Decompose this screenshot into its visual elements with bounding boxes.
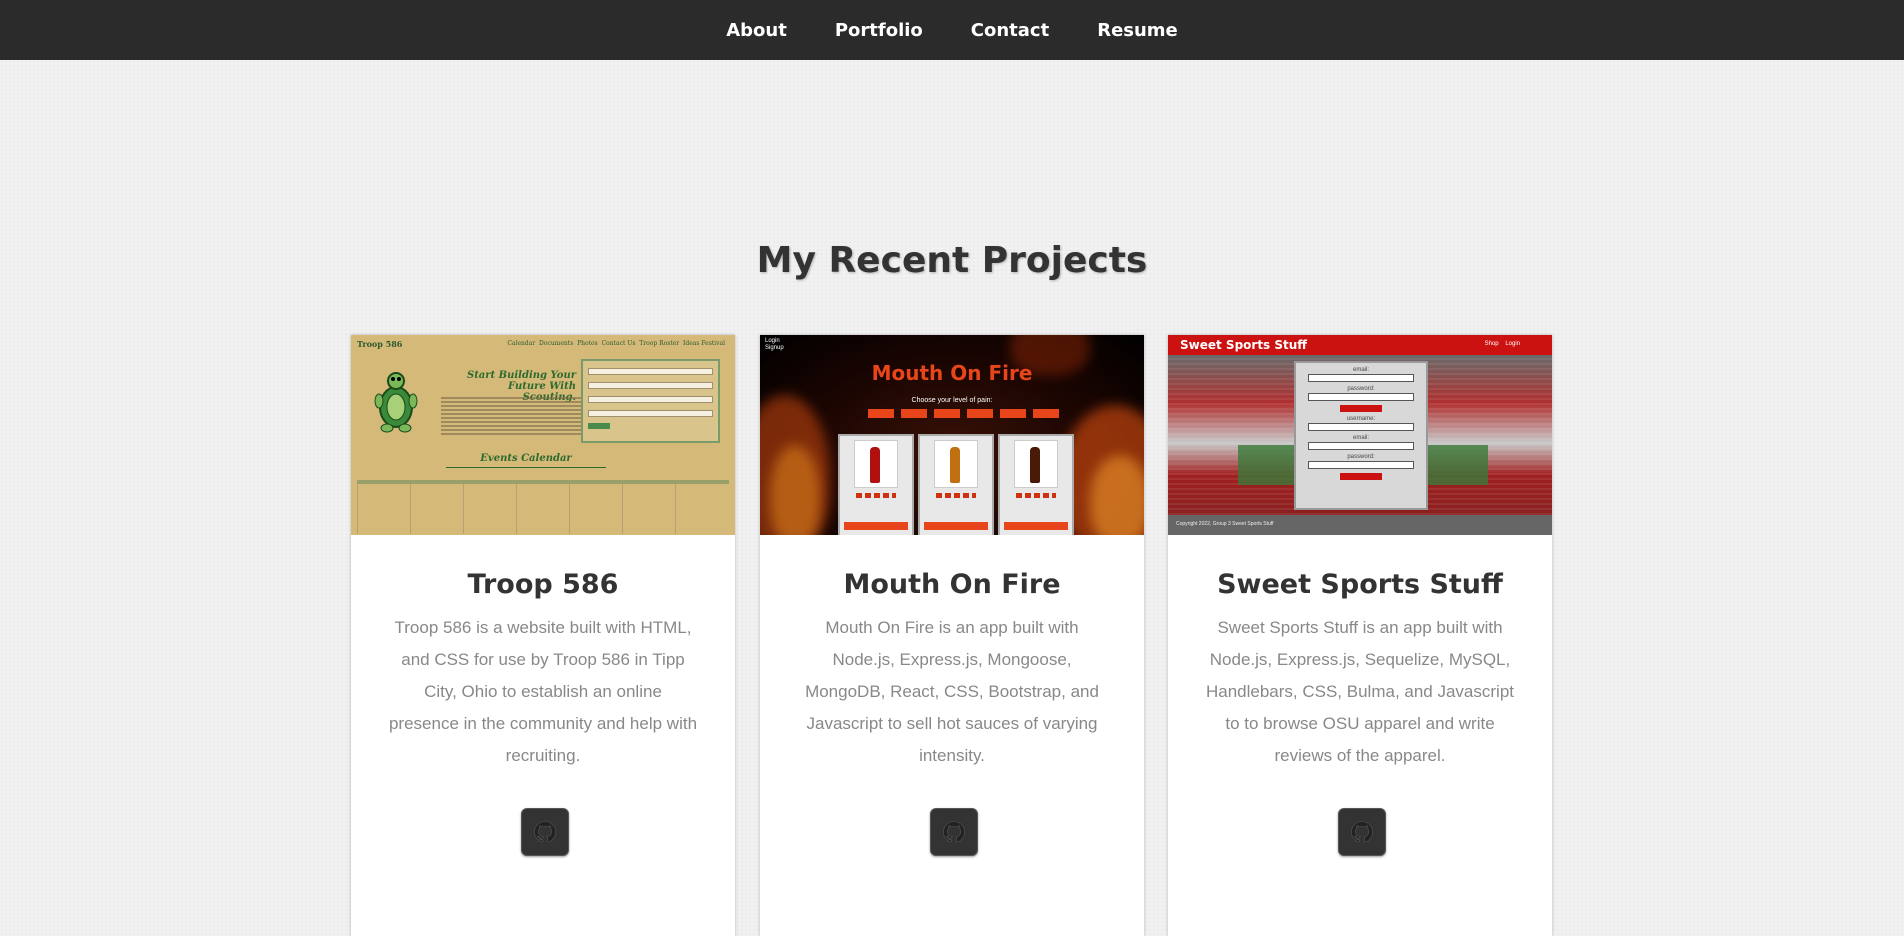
thumbnail-nav-item: Photos xyxy=(577,340,598,347)
thumbnail-nav-item: Calendar xyxy=(507,340,536,347)
thumbnail-brand: Troop 586 xyxy=(357,339,403,349)
project-title: Sweet Sports Stuff xyxy=(1217,569,1503,600)
github-link-button[interactable] xyxy=(521,808,569,856)
thumbnail-nav-item: Troop Roster xyxy=(639,340,680,347)
thumbnail-calendar xyxy=(357,480,729,534)
thumbnail-link: Login xyxy=(1505,341,1520,347)
thumbnail-subtitle: Choose your level of pain: xyxy=(911,397,993,404)
project-thumbnail[interactable]: Sweet Sports Stuff Shop Login email: pas… xyxy=(1168,335,1552,535)
thumbnail-products xyxy=(838,434,1074,535)
section-title: My Recent Projects xyxy=(756,240,1148,281)
github-icon xyxy=(1351,821,1373,843)
github-link-button[interactable] xyxy=(1338,808,1386,856)
thumbnail-form-label: password: xyxy=(1347,454,1375,460)
thumbnail-level-buttons xyxy=(868,409,1059,418)
thumbnail-links: Shop Login xyxy=(1485,341,1520,347)
thumbnail-login-links: Login Signup xyxy=(765,338,784,352)
thumbnail-form-label: username: xyxy=(1346,416,1376,422)
thumbnail-nav-item: Ideas Festival xyxy=(682,340,725,347)
project-card-mouth-on-fire: Login Signup Mouth On Fire Choose your l… xyxy=(760,335,1144,936)
project-card-sweet-sports-stuff: Sweet Sports Stuff Shop Login email: pas… xyxy=(1168,335,1552,936)
project-title: Mouth On Fire xyxy=(843,569,1061,600)
project-description: Sweet Sports Stuff is an app built with … xyxy=(1205,618,1515,765)
project-description: Troop 586 is a website built with HTML, … xyxy=(388,618,698,765)
nav-link-about[interactable]: About xyxy=(726,20,787,41)
github-link-button[interactable] xyxy=(930,808,978,856)
turtle-mascot-icon xyxy=(374,372,418,433)
thumbnail-form: email: password: username: email: passwo… xyxy=(1294,361,1428,510)
github-icon xyxy=(943,821,965,843)
thumbnail-form xyxy=(581,359,720,443)
thumbnail-form-label: email: xyxy=(1352,367,1369,373)
thumbnail-events-heading: Events Calendar xyxy=(446,453,606,468)
nav-link-contact[interactable]: Contact xyxy=(971,20,1049,41)
thumbnail-form-label: email: xyxy=(1352,435,1369,441)
thumbnail-nav-item: Contact Us xyxy=(601,340,636,347)
project-card-troop-586: Troop 586 Calendar Documents Photos Cont… xyxy=(351,335,735,936)
thumbnail-nav-item: Documents xyxy=(539,340,574,347)
thumbnail-paragraph xyxy=(441,395,581,437)
thumbnail-nav: Calendar Documents Photos Contact Us Tro… xyxy=(507,340,725,347)
project-description: Mouth On Fire is an app built with Node.… xyxy=(805,618,1099,765)
thumbnail-signup-link: Signup xyxy=(765,345,784,351)
thumbnail-header: Sweet Sports Stuff Shop Login xyxy=(1168,335,1552,355)
github-icon xyxy=(534,821,556,843)
project-thumbnail[interactable]: Login Signup Mouth On Fire Choose your l… xyxy=(760,335,1144,535)
nav-link-resume[interactable]: Resume xyxy=(1097,20,1178,41)
thumbnail-footer-text: Copyright 2022, Group 3 Sweet Sports Stu… xyxy=(1176,521,1274,527)
thumbnail-link: Shop xyxy=(1484,341,1499,347)
thumbnail-brand: Sweet Sports Stuff xyxy=(1180,338,1308,352)
thumbnail-login-link: Login xyxy=(765,338,780,344)
thumbnail-form-label: password: xyxy=(1347,386,1375,392)
nav-link-portfolio[interactable]: Portfolio xyxy=(835,20,923,41)
project-title: Troop 586 xyxy=(467,569,619,600)
project-thumbnail[interactable]: Troop 586 Calendar Documents Photos Cont… xyxy=(351,335,735,535)
thumbnail-footer: Copyright 2022, Group 3 Sweet Sports Stu… xyxy=(1168,515,1552,535)
top-navbar: About Portfolio Contact Resume xyxy=(0,0,1904,60)
thumbnail-title: Mouth On Fire xyxy=(871,361,1033,385)
